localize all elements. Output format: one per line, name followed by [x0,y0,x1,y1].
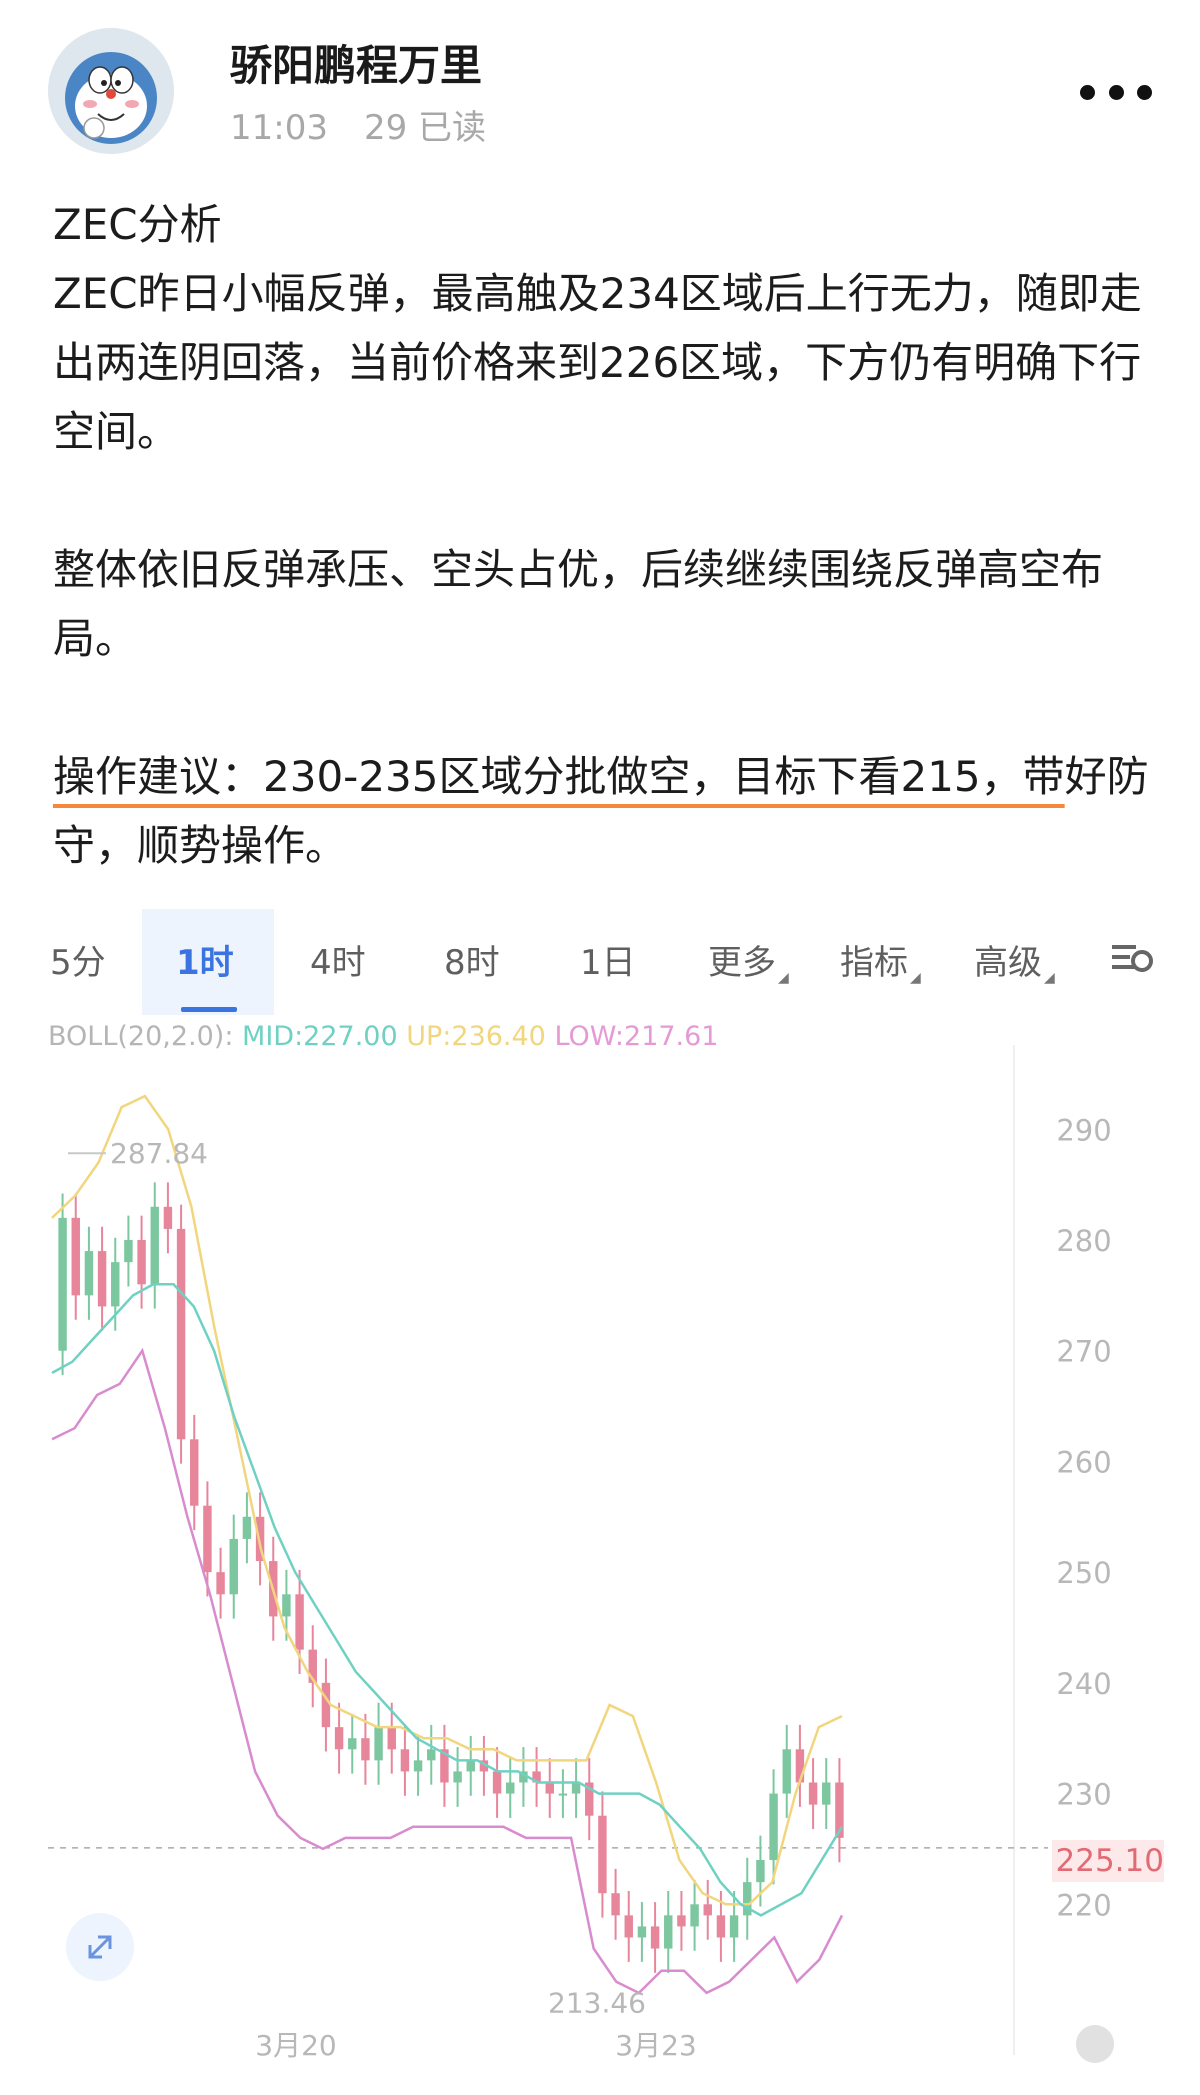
candle-body [769,1793,778,1860]
more-dot-icon [1080,84,1095,100]
candle-body [466,1760,475,1772]
candle-body [716,1915,726,1938]
candle-body [348,1738,357,1750]
read-count: 29 已读 [363,108,487,148]
candle-body [427,1749,436,1761]
candle-body [111,1262,120,1307]
candle-body [822,1782,831,1805]
candle-body [650,1926,660,1949]
candle-body [506,1782,515,1794]
candle-body [558,1793,568,1796]
candle-body [637,1926,647,1938]
x-tick-label: 3月23 [615,2029,696,2062]
more-options-button[interactable] [1080,78,1152,106]
post-time: 11:03 [230,108,328,148]
candle-body [242,1516,252,1539]
candle-body [71,1217,80,1296]
candle-body [611,1893,620,1916]
candle-body [756,1860,765,1883]
y-tick-label: 250 [1056,1556,1111,1590]
candle-body [664,1915,673,1949]
candle-body [84,1251,94,1296]
y-tick-label: 290 [1056,1113,1111,1147]
y-tick-label: 240 [1056,1667,1111,1701]
y-tick-label: 220 [1056,1888,1111,1922]
y-tick-label: 280 [1056,1224,1111,1258]
price-chart-image[interactable]: 5分 1时 4时 8时 1日 更多 ◢ 指标 ◢ 高级 ◢ BOLL(20,2.0):… [48,905,1164,2095]
trade-suggestion-highlight: 操作建议：230-235区域分批做空，目标下看215，带 [53,752,1065,801]
post-paragraph-3: 操作建议：230-235区域分批做空，目标下看215，带好防守，顺势操作。 [53,742,1163,880]
candle-body [400,1749,410,1772]
candle-body [295,1594,304,1650]
candle-body [321,1682,331,1728]
candle-body [413,1760,423,1772]
post-paragraph-1: ZEC昨日小幅反弹，最高触及234区域后上行无力，随即走出两连阴回落，当前价格来… [53,269,1142,456]
candle-body [387,1727,396,1750]
candle-body [176,1228,186,1440]
y-tick-label: 270 [1056,1335,1111,1369]
current-price-tag: 225.10 [1052,1840,1164,1882]
low-annotation-label: 213.46 [548,1987,646,2020]
candle-body [216,1572,225,1595]
more-dot-icon [1108,84,1124,100]
candle-body [808,1782,818,1805]
candlestick-chart: 290 280 270 260 250 240 230 220 3月20 3月23 287.84 21… [48,1045,1112,2062]
candle-body [677,1915,686,1927]
y-tick-label: 260 [1056,1445,1111,1479]
author-name[interactable]: 骄阳鹏程万里 [230,32,482,93]
candle-body [729,1915,739,1938]
candle-body [190,1439,199,1506]
x-tick-label: 3月20 [255,2029,336,2062]
candle-body [137,1240,146,1285]
candle-body [545,1782,554,1794]
candle-body [334,1727,344,1750]
boll-lower-band [51,1347,844,1995]
expand-chart-icon[interactable] [66,1913,134,1981]
candle-body [453,1771,462,1783]
candle-body [282,1594,291,1617]
candle-body [58,1217,67,1351]
candle-body [163,1206,173,1229]
candle-body [624,1915,633,1938]
high-annotation-label: 287.84 [110,1137,208,1170]
candle-body [703,1904,712,1916]
doraemon-avatar-icon [48,28,174,154]
y-tick-label: 230 [1056,1778,1111,1812]
post-paragraph-2: 整体依旧反弹承压、空头占优，后续继续围绕反弹高空布局。 [53,545,1104,663]
candle-body [150,1206,159,1285]
candle-body [571,1782,581,1794]
avatar[interactable] [48,28,174,154]
candle-body [598,1815,607,1894]
post-title: ZEC分析 [53,200,222,249]
candle-body [690,1904,699,1927]
candle-body [203,1505,212,1573]
more-dot-icon [1137,84,1152,100]
candle-body [374,1727,383,1761]
candle-body [492,1771,502,1794]
post-meta: 11:03 29 已读 [230,100,486,149]
boll-mid-band [51,1283,844,1917]
chart-logo-icon [1076,2025,1114,2063]
candle-body [124,1240,133,1263]
candle-body [361,1738,370,1761]
candle-body [782,1749,791,1794]
post-body: ZEC分析 ZEC昨日小幅反弹，最高触及234区域后上行无力，随即走出两连阴回落… [53,190,1163,880]
candle-body [229,1538,238,1595]
candle-body [97,1251,107,1307]
